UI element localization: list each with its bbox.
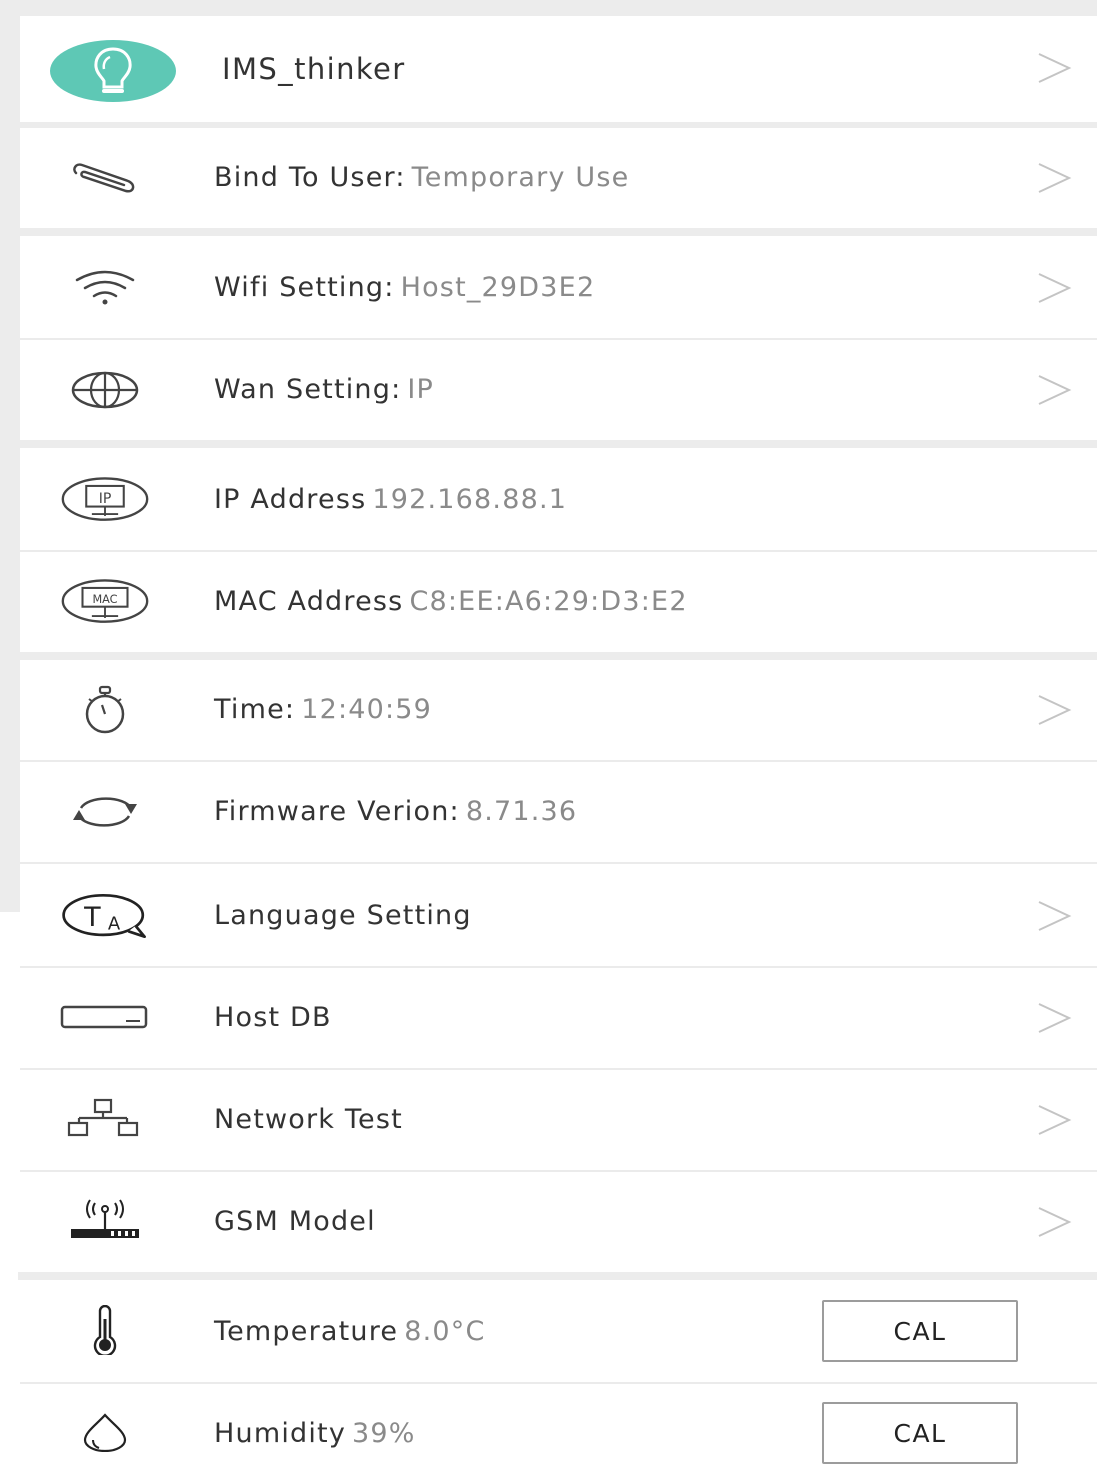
wifi-setting-value: Host_29D3E2 xyxy=(400,272,596,303)
host-device-icon xyxy=(60,988,150,1048)
ip-address-icon: IP xyxy=(60,470,150,530)
chevron-right-icon xyxy=(1038,273,1072,303)
host-db-key: Host DB xyxy=(214,1002,332,1033)
bind-user-row[interactable]: Bind To User: Temporary Use xyxy=(20,128,1097,228)
globe-icon xyxy=(60,360,150,420)
gsm-model-label: GSM Model xyxy=(214,1206,376,1237)
group-separator xyxy=(18,228,1097,236)
bind-user-value: Temporary Use xyxy=(411,162,630,193)
svg-text:IP: IP xyxy=(99,491,112,507)
group-separator xyxy=(18,1272,1097,1280)
time-key: Time: xyxy=(214,694,296,725)
gsm-model-row[interactable]: GSM Model xyxy=(20,1172,1097,1272)
language-setting-row[interactable]: T A Language Setting xyxy=(20,866,1097,968)
group-separator xyxy=(18,652,1097,660)
wan-setting-label: Wan Setting: IP xyxy=(214,374,434,405)
temperature-value: 8.0°C xyxy=(404,1316,486,1347)
humidity-key: Humidity xyxy=(214,1418,347,1449)
wifi-icon xyxy=(60,258,150,318)
humidity-cal-button[interactable]: CAL xyxy=(822,1402,1018,1464)
svg-text:A: A xyxy=(108,914,121,935)
wifi-setting-label: Wifi Setting: Host_29D3E2 xyxy=(214,272,595,303)
wifi-setting-row[interactable]: Wifi Setting: Host_29D3E2 xyxy=(20,236,1097,340)
group-separator xyxy=(18,440,1097,448)
firmware-label: Firmware Verion: 8.71.36 xyxy=(214,796,577,827)
chevron-right-icon xyxy=(1038,163,1072,193)
time-row[interactable]: Time: 12:40:59 xyxy=(20,660,1097,762)
network-test-label: Network Test xyxy=(214,1104,403,1135)
time-label: Time: 12:40:59 xyxy=(214,694,432,725)
device-header-row[interactable]: IMS_thinker xyxy=(20,16,1097,122)
chevron-right-icon xyxy=(1038,375,1072,405)
water-drop-icon xyxy=(60,1402,150,1462)
ip-address-row: IP IP Address 192.168.88.1 xyxy=(20,448,1097,552)
ip-address-key: IP Address xyxy=(214,484,367,515)
page-backdrop-left xyxy=(0,0,20,912)
chevron-right-icon xyxy=(1038,1105,1072,1135)
wifi-setting-key: Wifi Setting: xyxy=(214,272,395,303)
refresh-icon xyxy=(60,782,150,842)
firmware-value: 8.71.36 xyxy=(465,796,578,827)
temperature-key: Temperature xyxy=(214,1316,399,1347)
mac-address-value: C8:EE:A6:29:D3:E2 xyxy=(409,586,688,617)
bind-user-key: Bind To User: xyxy=(214,162,406,193)
wan-setting-row[interactable]: Wan Setting: IP xyxy=(20,340,1097,440)
mac-address-row: MAC MAC Address C8:EE:A6:29:D3:E2 xyxy=(20,552,1097,652)
gsm-antenna-icon xyxy=(60,1190,150,1250)
temperature-cal-button[interactable]: CAL xyxy=(822,1300,1018,1362)
mac-address-label: MAC Address C8:EE:A6:29:D3:E2 xyxy=(214,586,688,617)
language-setting-key: Language Setting xyxy=(214,900,472,931)
temperature-label: Temperature 8.0°C xyxy=(214,1316,486,1347)
wan-setting-value: IP xyxy=(407,374,435,405)
gsm-model-key: GSM Model xyxy=(214,1206,376,1237)
temperature-row: Temperature 8.0°C CAL xyxy=(20,1280,1097,1384)
network-topology-icon xyxy=(60,1088,150,1148)
svg-text:MAC: MAC xyxy=(92,593,117,606)
humidity-value: 39% xyxy=(352,1418,416,1449)
humidity-row: Humidity 39% CAL xyxy=(20,1384,1097,1481)
chevron-right-icon xyxy=(1038,1207,1072,1237)
ip-address-label: IP Address 192.168.88.1 xyxy=(214,484,567,515)
stopwatch-icon xyxy=(60,680,150,740)
mac-address-icon: MAC xyxy=(60,572,150,632)
chevron-right-icon xyxy=(1038,695,1072,725)
bind-user-label: Bind To User: Temporary Use xyxy=(214,162,629,193)
host-db-label: Host DB xyxy=(214,1002,332,1033)
humidity-label: Humidity 39% xyxy=(214,1418,416,1449)
svg-text:T: T xyxy=(83,902,101,933)
network-test-key: Network Test xyxy=(214,1104,403,1135)
firmware-row: Firmware Verion: 8.71.36 xyxy=(20,762,1097,864)
lightbulb-icon xyxy=(50,40,176,102)
thermometer-icon xyxy=(60,1300,150,1360)
chevron-right-icon xyxy=(1038,1003,1072,1033)
language-setting-label: Language Setting xyxy=(214,900,472,931)
wan-setting-key: Wan Setting: xyxy=(214,374,402,405)
firmware-key: Firmware Verion: xyxy=(214,796,460,827)
page-backdrop-top xyxy=(0,0,1097,16)
language-icon: T A xyxy=(60,886,150,946)
host-db-row[interactable]: Host DB xyxy=(20,968,1097,1070)
ip-address-value: 192.168.88.1 xyxy=(372,484,568,515)
device-name: IMS_thinker xyxy=(222,52,406,86)
paperclip-icon xyxy=(60,148,150,208)
mac-address-key: MAC Address xyxy=(214,586,404,617)
network-test-row[interactable]: Network Test xyxy=(20,1070,1097,1172)
chevron-right-icon xyxy=(1038,901,1072,931)
time-value: 12:40:59 xyxy=(301,694,433,725)
chevron-right-icon xyxy=(1038,53,1072,83)
